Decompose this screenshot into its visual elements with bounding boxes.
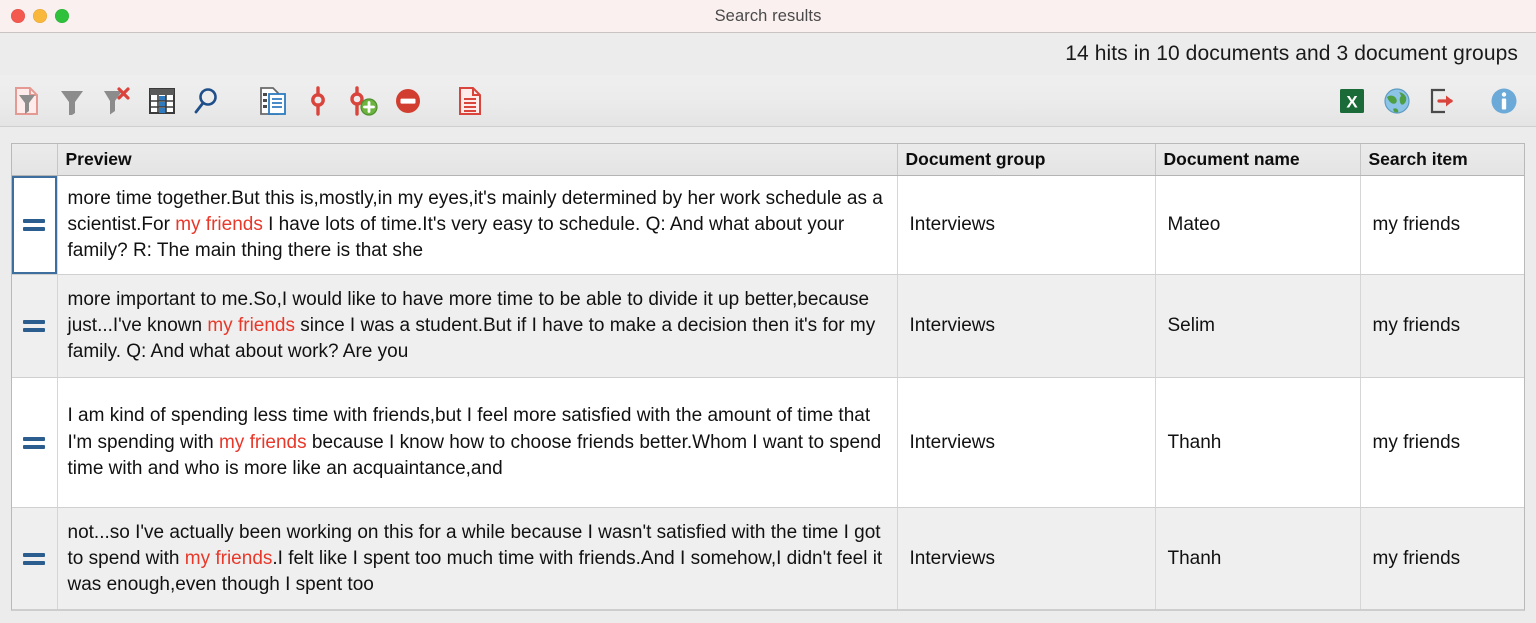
document-name-cell[interactable]: Selim (1155, 274, 1361, 379)
search-item-cell[interactable]: my friends (1360, 175, 1524, 276)
document-group-cell[interactable]: Interviews (897, 507, 1156, 609)
search-item-cell[interactable]: my friends (1360, 377, 1524, 509)
column-header-preview[interactable]: Preview (57, 144, 898, 176)
filter-icon (59, 87, 85, 115)
delete-button[interactable] (390, 83, 426, 119)
document-name-cell[interactable]: Thanh (1155, 507, 1361, 609)
filter-clear-icon (103, 86, 131, 115)
maximize-window-icon[interactable] (55, 9, 69, 23)
create-memo-button[interactable] (452, 83, 488, 119)
search-button[interactable] (189, 83, 225, 119)
hits-summary-bar: 14 hits in 10 documents and 3 document g… (0, 33, 1536, 75)
code-with-new-code-button[interactable] (345, 83, 381, 119)
window-titlebar: Search results (0, 0, 1536, 33)
column-header-document-name[interactable]: Document name (1155, 144, 1361, 176)
table-row[interactable]: more time together.But this is,mostly,in… (12, 175, 1524, 276)
filter-document-icon (13, 86, 41, 116)
svg-text:X: X (1346, 92, 1358, 111)
toolbar-right-group: X (1334, 83, 1522, 119)
open-document-button[interactable] (255, 83, 291, 119)
row-marker-cell[interactable] (12, 274, 58, 379)
table-row[interactable]: not...so I've actually been working on t… (12, 507, 1524, 609)
document-group-cell[interactable]: Interviews (897, 274, 1156, 379)
equals-icon (23, 320, 46, 333)
info-button[interactable] (1486, 83, 1522, 119)
preview-cell[interactable]: more important to me.So,I would like to … (57, 274, 898, 379)
row-marker-cell[interactable] (12, 175, 58, 276)
toolbar: X (0, 75, 1536, 127)
equals-icon (23, 436, 46, 449)
row-marker-cell[interactable] (12, 507, 58, 609)
search-hit-highlight: my friends (218, 431, 307, 453)
code-node-icon (307, 85, 329, 116)
document-red-icon (457, 86, 483, 116)
window-controls (11, 0, 69, 32)
window-title: Search results (714, 6, 822, 25)
column-header-document-group[interactable]: Document group (897, 144, 1156, 176)
document-name-cell[interactable]: Thanh (1155, 377, 1361, 509)
search-magnifier-icon (193, 87, 221, 115)
equals-icon (23, 553, 46, 566)
export-arrow-icon (1428, 87, 1456, 115)
search-results-table[interactable]: Preview Document group Document name Sea… (11, 143, 1525, 611)
document-group-cell[interactable]: Interviews (897, 175, 1156, 276)
search-item-cell[interactable]: my friends (1360, 274, 1524, 379)
column-header-search-item[interactable]: Search item (1360, 144, 1524, 176)
table-body: more time together.But this is,mostly,in… (12, 175, 1524, 609)
hits-summary-text: 14 hits in 10 documents and 3 document g… (1065, 42, 1518, 65)
search-results-window: Search results 14 hits in 10 documents a… (0, 0, 1536, 623)
column-settings-button[interactable] (144, 83, 180, 119)
table-row[interactable]: more important to me.So,I would like to … (12, 274, 1524, 379)
info-icon (1490, 87, 1518, 115)
preview-cell[interactable]: not...so I've actually been working on t… (57, 507, 898, 609)
filter-document-button[interactable] (9, 83, 45, 119)
search-hit-highlight: my friends (184, 548, 273, 570)
export-excel-button[interactable]: X (1334, 83, 1370, 119)
search-hit-highlight: my friends (175, 213, 263, 235)
reset-filter-button[interactable] (99, 83, 135, 119)
search-hit-highlight: my friends (207, 315, 295, 337)
row-marker-cell[interactable] (12, 377, 58, 509)
code-button[interactable] (300, 83, 336, 119)
minimize-window-icon[interactable] (33, 9, 47, 23)
column-header-mark[interactable] (12, 144, 58, 176)
preview-cell[interactable]: I am kind of spending less time with fri… (57, 377, 898, 509)
code-add-icon (347, 85, 379, 116)
table-header-row: Preview Document group Document name Sea… (12, 144, 1524, 176)
document-list-icon (258, 86, 288, 116)
export-web-button[interactable] (1379, 83, 1415, 119)
set-filter-button[interactable] (54, 83, 90, 119)
document-name-cell[interactable]: Mateo (1155, 175, 1361, 276)
export-web-icon (1383, 87, 1411, 115)
preview-cell[interactable]: more time together.But this is,mostly,in… (57, 175, 898, 276)
search-item-cell[interactable]: my friends (1360, 507, 1524, 609)
equals-icon (23, 218, 46, 231)
table-grid-icon (149, 87, 175, 114)
export-button[interactable] (1424, 83, 1460, 119)
close-window-icon[interactable] (11, 9, 25, 23)
export-excel-icon: X (1339, 88, 1365, 114)
document-group-cell[interactable]: Interviews (897, 377, 1156, 509)
delete-minus-icon (394, 87, 422, 115)
table-row[interactable]: I am kind of spending less time with fri… (12, 377, 1524, 509)
